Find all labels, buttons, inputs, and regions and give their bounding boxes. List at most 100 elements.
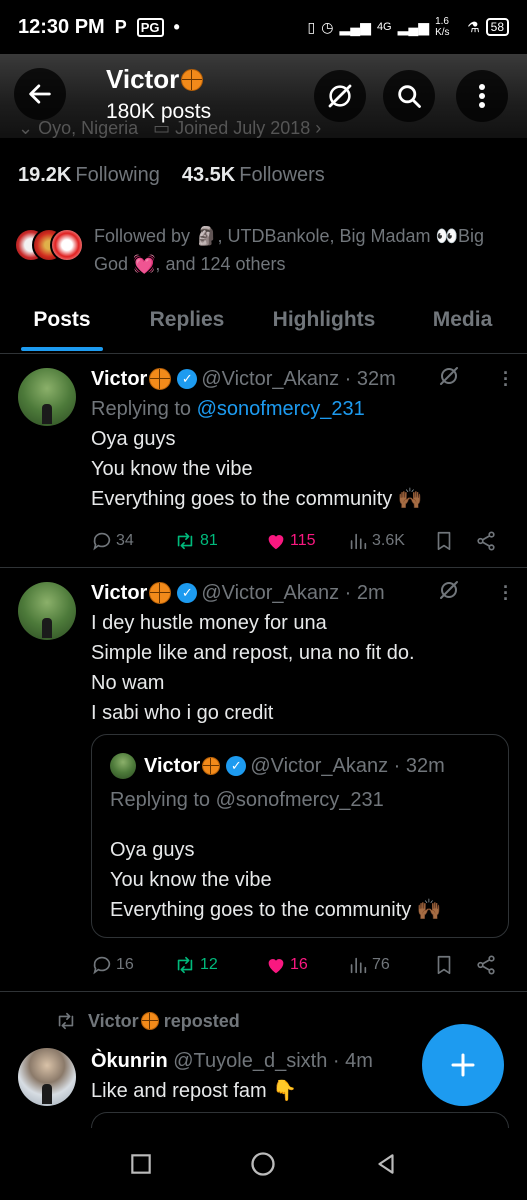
- basketball-emoji-icon: [202, 757, 221, 775]
- post-time: · 2m: [344, 582, 385, 604]
- like-count: 16: [290, 956, 308, 973]
- repost-button[interactable]: 81: [173, 530, 265, 552]
- verified-badge-icon: ✓: [177, 369, 198, 389]
- verified-badge-icon: ✓: [177, 583, 198, 603]
- recent-apps-icon[interactable]: [128, 1151, 154, 1177]
- reposted-label: reposted: [163, 1010, 240, 1031]
- post-item[interactable]: Victor ✓ @Victor_Akanz · 2m I dey hustle m…: [0, 568, 527, 992]
- followed-by-row[interactable]: Followed by 🗿, UTDBankole, Big Madam 👀Bi…: [14, 222, 514, 278]
- back-button[interactable]: [14, 68, 66, 120]
- signal-icon: ▂▄▆: [339, 18, 371, 35]
- search-button[interactable]: [383, 70, 435, 122]
- quoted-replying-to: Replying to @sonofmercy_231: [110, 789, 384, 811]
- flask-icon: ⚗: [467, 18, 480, 35]
- post-actions: 16 12 16 76: [91, 954, 505, 976]
- avatar[interactable]: [18, 1048, 76, 1106]
- like-button[interactable]: 16: [265, 954, 347, 976]
- battery-icon: 58: [485, 18, 509, 36]
- followers-you-know-avatars: [14, 228, 84, 268]
- grok-icon[interactable]: [437, 578, 461, 602]
- tab-replies[interactable]: Replies: [124, 296, 250, 353]
- post-item[interactable]: Victor ✓ @Victor_Akanz · 32m Replying to @…: [0, 354, 527, 568]
- tab-media[interactable]: Media: [398, 296, 527, 353]
- reply-button[interactable]: 16: [91, 954, 173, 976]
- avatar[interactable]: [18, 582, 76, 640]
- post-author-name[interactable]: Òkunrin: [91, 1046, 168, 1076]
- tab-highlights[interactable]: Highlights: [250, 296, 398, 353]
- plus-icon: [451, 1053, 475, 1077]
- bookmark-icon: [437, 531, 451, 551]
- quoted-author-name: Victor: [144, 755, 201, 777]
- verified-badge-icon: ✓: [226, 756, 247, 776]
- signal-icon-2: ▂▄▆: [397, 18, 430, 35]
- post-count: 180K posts: [106, 100, 212, 123]
- views-button[interactable]: 76: [347, 954, 433, 976]
- quoted-author-handle: @Victor_Akanz: [250, 755, 389, 777]
- post-text: I dey hustle money for una Simple like a…: [91, 612, 415, 724]
- tab-posts[interactable]: Posts: [0, 296, 124, 353]
- data-speed: 1.6 K/s: [435, 16, 450, 38]
- home-icon[interactable]: [249, 1150, 277, 1178]
- basketball-emoji-icon: [149, 368, 172, 390]
- network-type: 4G: [376, 21, 392, 33]
- reply-count: 34: [116, 532, 134, 549]
- replying-to-handle[interactable]: @sonofmercy_231: [197, 398, 365, 420]
- status-bar: 12:30 PM P PG • ▯ ◷ ▂▄▆ 4G ▂▄▆ 1.6 K/s ⚗…: [0, 0, 527, 54]
- analytics-icon: [350, 957, 367, 974]
- share-button[interactable]: [475, 954, 497, 976]
- android-nav-bar: [0, 1128, 527, 1200]
- basketball-emoji-icon: [181, 69, 204, 91]
- back-nav-icon[interactable]: [373, 1151, 399, 1177]
- bookmark-button[interactable]: [433, 530, 475, 552]
- followed-by-text: Followed by 🗿, UTDBankole, Big Madam 👀Bi…: [94, 226, 484, 274]
- like-count: 115: [290, 532, 316, 549]
- parking-app-icon: PG: [136, 17, 164, 37]
- repost-icon: [177, 532, 193, 550]
- status-time: 12:30 PM: [18, 15, 105, 38]
- repost-count: 81: [200, 532, 218, 549]
- compose-post-button[interactable]: [422, 1024, 504, 1106]
- repost-icon: [58, 1012, 74, 1030]
- avatar: [50, 228, 84, 262]
- post-author-name[interactable]: Victor: [91, 578, 147, 608]
- alarm-icon: ◷: [321, 18, 334, 35]
- post-more-button[interactable]: · · ·: [503, 578, 509, 608]
- grok-icon[interactable]: [437, 364, 461, 388]
- like-button[interactable]: 115: [265, 530, 347, 552]
- post-author-handle: @Victor_Akanz: [201, 582, 340, 604]
- post-author-name[interactable]: Victor: [91, 364, 147, 394]
- views-button[interactable]: 3.6K: [347, 530, 433, 552]
- bookmark-button[interactable]: [433, 954, 475, 976]
- quoted-post-time: · 32m: [393, 755, 445, 777]
- avatar[interactable]: [18, 368, 76, 426]
- arrow-left-icon: [29, 84, 51, 104]
- reply-icon: [93, 532, 111, 551]
- following-link[interactable]: 19.2K Following: [18, 164, 160, 187]
- post-more-button[interactable]: · · ·: [503, 364, 509, 394]
- vibrate-icon: ▯: [307, 18, 316, 35]
- post-time: · 32m: [344, 368, 396, 390]
- more-options-button[interactable]: [456, 70, 508, 122]
- followers-link[interactable]: 43.5K Followers: [182, 164, 325, 187]
- reposted-by-name[interactable]: Victor: [88, 1011, 139, 1031]
- grok-button[interactable]: [314, 70, 366, 122]
- share-icon: [477, 955, 495, 975]
- repost-button[interactable]: 12: [173, 954, 265, 976]
- heart-filled-icon: [268, 959, 284, 974]
- reply-button[interactable]: 34: [91, 530, 173, 552]
- analytics-icon: [350, 533, 367, 550]
- reply-count: 16: [116, 956, 134, 973]
- share-button[interactable]: [475, 530, 497, 552]
- basketball-emoji-icon: [149, 582, 172, 604]
- share-icon: [477, 531, 495, 551]
- post-author-handle: @Tuyole_d_sixth: [173, 1050, 328, 1072]
- profile-name-header: Victor: [106, 64, 204, 95]
- search-icon: [398, 85, 421, 108]
- quoted-post[interactable]: Victor ✓ @Victor_Akanz · 32m Replying to @…: [91, 734, 509, 938]
- repost-indicator: Victor reposted: [54, 1010, 240, 1032]
- avatar: [110, 753, 136, 779]
- repost-count: 12: [200, 956, 218, 973]
- reply-icon: [93, 956, 111, 975]
- replying-to-line: Replying to @sonofmercy_231: [91, 398, 365, 420]
- follow-stats: 19.2K Following 43.5K Followers: [18, 164, 325, 187]
